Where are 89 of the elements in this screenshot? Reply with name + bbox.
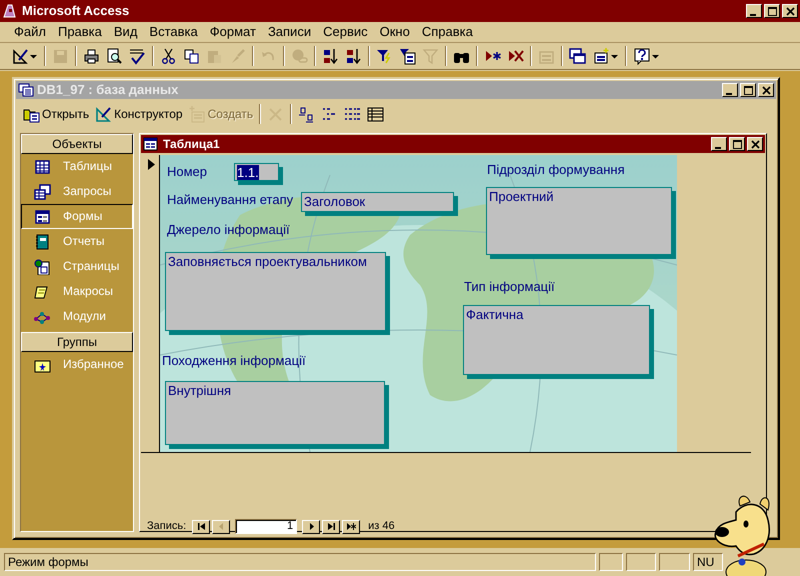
caret-icon xyxy=(28,54,38,58)
window-title: DB1_97 : база данных xyxy=(37,82,180,98)
last-record-button[interactable] xyxy=(322,520,340,534)
group-header-button[interactable]: Группы xyxy=(21,332,133,352)
minimize-button[interactable] xyxy=(722,83,738,97)
funnel-form-icon xyxy=(399,48,416,64)
magnifier-page-icon xyxy=(106,48,123,64)
window-title: Таблица1 xyxy=(163,136,221,152)
field-label: Джерело інформації xyxy=(167,222,290,238)
status-indicator: NU xyxy=(693,553,723,571)
status-panel xyxy=(659,553,690,571)
close-button[interactable] xyxy=(782,4,798,18)
field-label: Підрозділ формування xyxy=(487,162,625,178)
maximize-icon xyxy=(742,84,754,96)
caret-icon xyxy=(650,54,660,58)
close-icon xyxy=(760,84,772,96)
close-icon xyxy=(748,138,762,150)
maximize-button[interactable] xyxy=(729,137,745,151)
record-label: Запись: xyxy=(147,520,186,534)
minimize-icon xyxy=(750,14,756,16)
minimize-button[interactable] xyxy=(711,137,727,151)
maximize-icon xyxy=(730,138,744,150)
first-record-button[interactable] xyxy=(192,520,210,534)
copy-pages-icon xyxy=(183,48,200,64)
next-record-button[interactable] xyxy=(302,520,320,534)
menu-item[interactable]: Окно xyxy=(374,23,416,41)
status-panel xyxy=(626,553,656,571)
triangle-asterisk-icon xyxy=(346,523,356,530)
window-title: Microsoft Access xyxy=(22,3,130,19)
stacked-tables-icon xyxy=(34,184,51,200)
menu-item[interactable]: Формат xyxy=(204,23,262,41)
minimize-icon xyxy=(715,146,721,148)
field-label: Тип інформації xyxy=(464,279,555,295)
field-label: Походження інформації xyxy=(162,353,306,369)
field-label: Номер xyxy=(167,164,208,180)
record-count: из 46 xyxy=(368,520,395,534)
new-record-button[interactable] xyxy=(342,520,360,534)
record-number-field[interactable]: 1 xyxy=(235,519,298,534)
menu-item[interactable]: Файл xyxy=(8,23,52,41)
menu-item[interactable]: Справка xyxy=(416,23,479,41)
maximize-icon xyxy=(766,6,778,16)
details-grid-icon xyxy=(367,106,384,122)
database-icon xyxy=(18,83,34,97)
ruler-triangle-icon xyxy=(95,106,112,122)
funnel-lightning-icon xyxy=(376,48,393,64)
ruler-triangle-icon xyxy=(12,48,28,64)
scissors-icon xyxy=(160,48,177,64)
status-text: Режим формы xyxy=(4,553,596,571)
close-button[interactable] xyxy=(758,83,774,97)
sort-descending-icon xyxy=(345,48,362,64)
menu-item[interactable]: Правка xyxy=(52,23,108,41)
arrow-cross-icon xyxy=(507,48,524,64)
form-icon xyxy=(34,208,51,224)
caret-icon xyxy=(610,54,618,58)
minimize-icon xyxy=(726,92,732,94)
bar-triangle-left-icon xyxy=(196,523,206,530)
maximize-button[interactable] xyxy=(764,4,780,18)
sparkle-form-icon xyxy=(592,48,610,64)
close-icon xyxy=(784,6,796,16)
paintbrush-icon xyxy=(229,48,246,64)
check-mark-icon xyxy=(129,48,146,64)
large-icons-icon xyxy=(298,106,316,122)
minimize-button[interactable] xyxy=(746,4,762,18)
triangle-left-icon xyxy=(216,523,226,530)
funnel-icon xyxy=(422,48,439,64)
toolbar-button[interactable]: Открыть xyxy=(20,104,92,124)
globe-page-icon xyxy=(34,258,51,274)
group-header-button[interactable]: Объекты xyxy=(21,134,133,154)
menu-item[interactable]: Вид xyxy=(108,23,144,41)
windows-stack-icon xyxy=(569,48,586,64)
menu-item[interactable]: Вставка xyxy=(143,23,204,41)
field-label: Найменування етапу xyxy=(167,192,294,208)
printer-icon xyxy=(83,48,100,64)
question-bubble-icon xyxy=(634,48,650,64)
current-record-icon xyxy=(148,159,155,170)
list-icon xyxy=(344,106,362,122)
maximize-button[interactable] xyxy=(740,83,756,97)
notebook-icon xyxy=(34,234,51,250)
sort-ascending-icon xyxy=(322,48,339,64)
close-button[interactable] xyxy=(747,137,763,151)
triangle-bar-right-icon xyxy=(326,523,336,530)
form-icon xyxy=(143,137,159,151)
table-icon xyxy=(34,158,51,174)
globe-link-icon xyxy=(291,48,308,64)
status-panel xyxy=(599,553,623,571)
toolbar-button[interactable]: Конструктор xyxy=(92,104,186,124)
menu-item[interactable]: Записи xyxy=(262,23,318,41)
menu-item[interactable]: Сервис xyxy=(317,23,374,41)
previous-record-button[interactable] xyxy=(212,520,230,534)
